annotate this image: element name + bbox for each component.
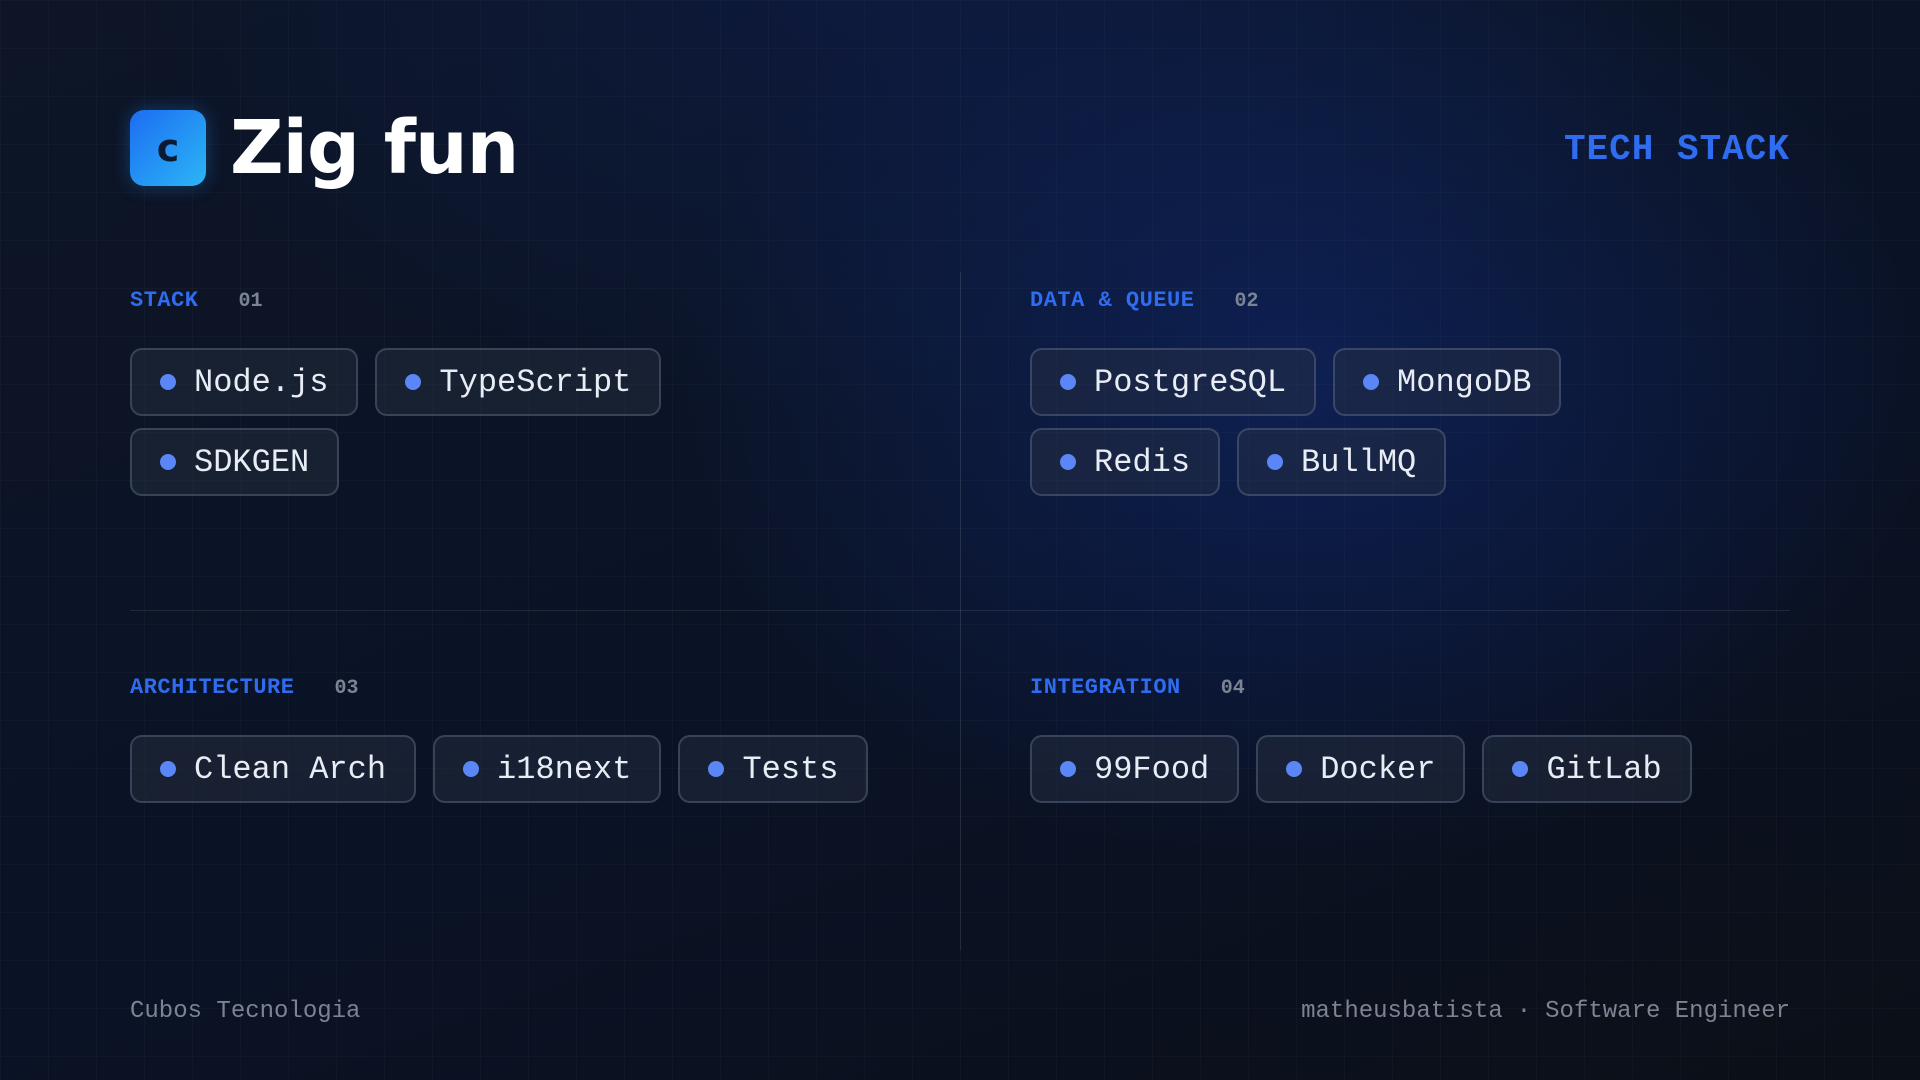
chip-typescript[interactable]: TypeScript	[375, 348, 662, 416]
section-title: STACK	[130, 288, 199, 313]
bullet-dot-icon	[1286, 761, 1303, 777]
chip-i18next[interactable]: i18next	[433, 735, 662, 803]
section-architecture: ARCHITECTURE 03 Clean Arch i18next Tests	[130, 675, 910, 803]
chip-label: MongoDB	[1397, 363, 1532, 401]
section-integration: INTEGRATION 04 99Food Docker GitLab	[1030, 675, 1790, 803]
chip-label: Docker	[1320, 750, 1436, 788]
bullet-dot-icon	[1060, 761, 1076, 777]
section-title: INTEGRATION	[1030, 675, 1181, 700]
section-number: 01	[238, 290, 263, 313]
chip-list: Clean Arch i18next Tests	[130, 735, 910, 803]
chip-redis[interactable]: Redis	[1030, 428, 1221, 496]
section-number: 02	[1234, 290, 1259, 313]
section-stack: STACK 01 Node.js TypeScript SDKGEN	[130, 288, 910, 496]
chip-label: GitLab	[1546, 750, 1662, 788]
chip-bullmq[interactable]: BullMQ	[1237, 428, 1447, 496]
chip-label: Tests	[742, 750, 839, 788]
chip-label: 99Food	[1094, 750, 1210, 788]
bullet-dot-icon	[1267, 454, 1284, 470]
chip-gitlab[interactable]: GitLab	[1482, 735, 1692, 803]
section-header: STACK 01	[130, 288, 910, 316]
chip-99food[interactable]: 99Food	[1030, 735, 1240, 803]
chip-sdkgen[interactable]: SDKGEN	[130, 428, 340, 496]
chip-postgresql[interactable]: PostgreSQL	[1030, 348, 1317, 416]
bullet-dot-icon	[708, 761, 725, 777]
chip-label: TypeScript	[439, 363, 632, 401]
section-title: ARCHITECTURE	[130, 675, 295, 700]
chip-tests[interactable]: Tests	[678, 735, 869, 803]
chip-label: Redis	[1094, 443, 1191, 481]
chip-label: BullMQ	[1301, 443, 1417, 481]
chip-label: Clean Arch	[194, 750, 387, 788]
chip-docker[interactable]: Docker	[1256, 735, 1466, 803]
chip-label: SDKGEN	[194, 443, 310, 481]
section-header: ARCHITECTURE 03	[130, 675, 910, 703]
footer-separator: ·	[1516, 998, 1532, 1025]
footer-role: Software Engineer	[1545, 998, 1790, 1025]
page-title: Zig fun	[230, 105, 519, 191]
logo-letter: c	[156, 126, 180, 170]
section-header: INTEGRATION 04	[1030, 675, 1790, 703]
chip-list: PostgreSQL MongoDB Redis BullMQ	[1030, 348, 1630, 496]
chip-list: Node.js TypeScript SDKGEN	[130, 348, 910, 496]
chip-clean-arch[interactable]: Clean Arch	[130, 735, 417, 803]
chip-list: 99Food Docker GitLab	[1030, 735, 1790, 803]
vertical-divider	[960, 272, 961, 950]
chip-label: PostgreSQL	[1094, 363, 1287, 401]
bullet-dot-icon	[160, 374, 176, 390]
bullet-dot-icon	[463, 761, 480, 777]
section-header: DATA & QUEUE 02	[1030, 288, 1630, 316]
chip-label: i18next	[497, 750, 632, 788]
footer-author: matheusbatista	[1301, 998, 1503, 1025]
bullet-dot-icon	[1512, 761, 1529, 777]
chip-nodejs[interactable]: Node.js	[130, 348, 359, 416]
section-number: 03	[334, 677, 359, 700]
footer-company: Cubos Tecnologia	[130, 998, 361, 1025]
bullet-dot-icon	[1060, 454, 1076, 470]
horizontal-divider	[130, 610, 1790, 611]
logo-icon: c	[130, 110, 206, 186]
header-tag: TECH STACK	[1563, 129, 1790, 170]
footer-credits: matheusbatista · Software Engineer	[1301, 998, 1790, 1025]
chip-label: Node.js	[194, 363, 329, 401]
section-data-queue: DATA & QUEUE 02 PostgreSQL MongoDB Redis…	[1030, 288, 1630, 496]
bullet-dot-icon	[405, 374, 422, 390]
section-number: 04	[1220, 677, 1245, 700]
chip-mongodb[interactable]: MongoDB	[1333, 348, 1562, 416]
section-title: DATA & QUEUE	[1030, 288, 1195, 313]
bullet-dot-icon	[1060, 374, 1076, 390]
bullet-dot-icon	[1363, 374, 1380, 390]
bullet-dot-icon	[160, 761, 176, 777]
bullet-dot-icon	[160, 454, 176, 470]
